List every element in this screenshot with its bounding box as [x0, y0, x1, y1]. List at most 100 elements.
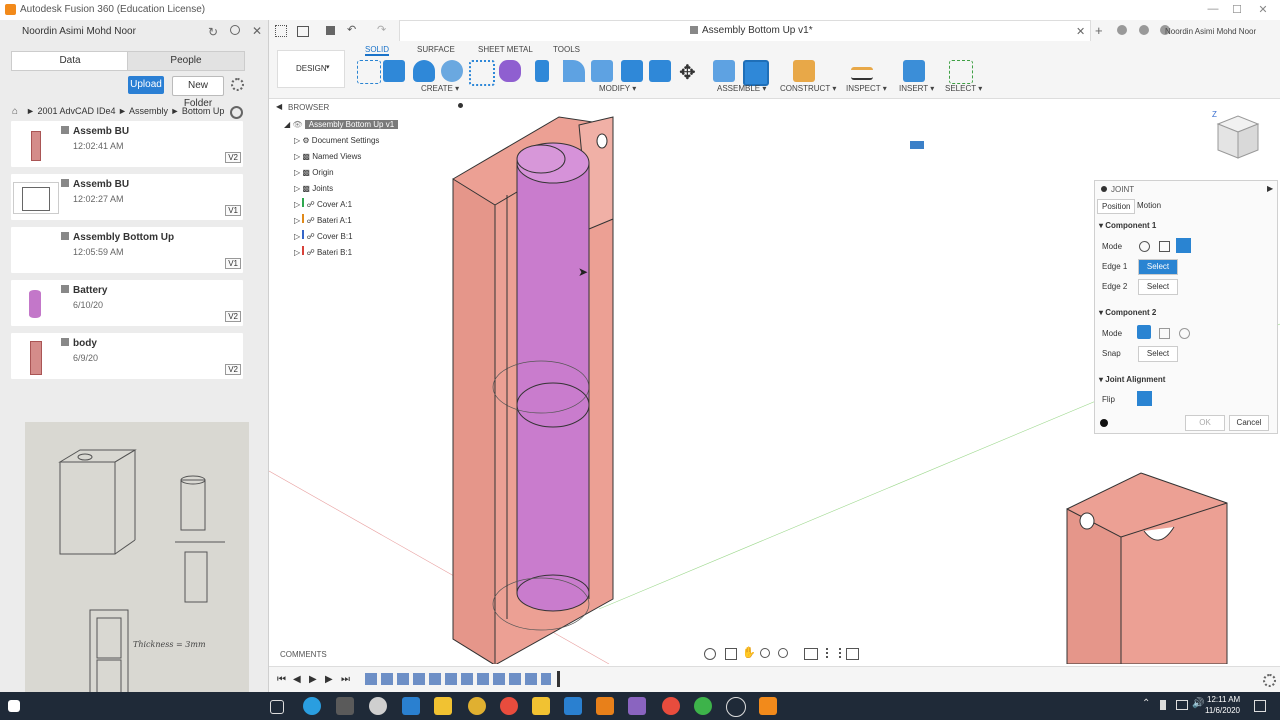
fillet-icon[interactable]	[563, 60, 585, 82]
breadcrumb-item[interactable]: 2001 AdvCAD IDe4	[37, 106, 115, 116]
pin-icon[interactable]	[458, 103, 463, 108]
list-item[interactable]: Assembly Bottom Up 12:05:59 AM V1	[11, 227, 243, 273]
search-icon[interactable]	[230, 25, 240, 35]
breadcrumb-item[interactable]: Assembly	[129, 106, 168, 116]
sweep-icon[interactable]	[441, 60, 463, 82]
timeline-settings-icon[interactable]	[1263, 674, 1276, 687]
tab-position[interactable]: Position	[1097, 199, 1136, 214]
shell-icon[interactable]	[621, 60, 643, 82]
orbit-icon[interactable]	[704, 648, 716, 660]
list-item[interactable]: body 6/9/20 V2	[11, 333, 243, 379]
tree-item-component[interactable]: ▷ ☍ Bateri B:1	[294, 246, 352, 260]
select-menu[interactable]: SELECT ▾	[945, 84, 982, 93]
tab-people[interactable]: People	[127, 51, 245, 71]
mode-tangent-icon[interactable]	[1176, 238, 1191, 253]
create-sketch-icon[interactable]	[357, 60, 381, 84]
view-cube[interactable]: Z	[1208, 110, 1264, 166]
job-status-icon[interactable]	[1117, 25, 1127, 35]
list-item[interactable]: Assemb BU 12:02:41 AM V2	[11, 121, 243, 167]
tab-surface[interactable]: SURFACE	[417, 45, 455, 54]
new-component-icon[interactable]	[713, 60, 735, 82]
list-item[interactable]: Battery 6/10/20 V2	[11, 280, 243, 326]
play-icon[interactable]: ▶	[309, 674, 317, 685]
clock-time[interactable]: 12:11 AM	[1207, 695, 1240, 704]
app-grid-icon[interactable]	[275, 25, 287, 37]
assemble-menu[interactable]: ASSEMBLE ▾	[717, 84, 766, 93]
workspace-switcher[interactable]: DESIGN ▾	[277, 50, 345, 88]
collapse-arrow-icon[interactable]: ◀	[276, 102, 282, 111]
version-badge[interactable]: V2	[225, 311, 241, 322]
tab-data[interactable]: Data	[11, 51, 129, 71]
tree-item-component[interactable]: ▷ ☍ Cover A:1	[294, 198, 352, 212]
pan-icon[interactable]: ✋	[742, 646, 756, 659]
undo-icon[interactable]: ↶	[347, 23, 356, 36]
split-body-icon[interactable]	[649, 60, 671, 82]
gear-icon[interactable]	[231, 78, 244, 91]
mode-simple-icon[interactable]	[1139, 241, 1150, 252]
close-panel-icon[interactable]: ✕	[252, 24, 262, 38]
notifications-icon[interactable]	[1139, 25, 1149, 35]
create-menu[interactable]: CREATE ▾	[421, 84, 459, 93]
timeline-features[interactable]	[365, 673, 551, 685]
eye-icon[interactable]: 👁	[292, 120, 302, 129]
clock-date[interactable]: 11/6/2020	[1205, 706, 1240, 715]
modify-menu[interactable]: MODIFY ▾	[599, 84, 636, 93]
mode-between-icon[interactable]	[1159, 328, 1170, 339]
go-to-start-icon[interactable]: ⏮	[277, 674, 286, 685]
vlc-icon[interactable]	[596, 697, 614, 715]
notes-icon[interactable]	[532, 697, 550, 715]
cancel-button[interactable]: Cancel	[1229, 415, 1269, 431]
insert-menu[interactable]: INSERT ▾	[899, 84, 934, 93]
revolve-icon[interactable]	[413, 60, 435, 82]
close-window-button[interactable]: ✕	[1256, 3, 1270, 16]
task-view-icon[interactable]	[270, 700, 284, 714]
section-component1[interactable]: ▾ Component 1	[1099, 221, 1156, 230]
start-icon[interactable]	[8, 700, 20, 712]
timeline-marker[interactable]	[557, 671, 560, 687]
move-icon[interactable]: ✥	[679, 60, 696, 85]
redo-icon[interactable]: ↷	[377, 23, 386, 36]
tree-item-origin[interactable]: ▷ ▩ Origin	[294, 166, 334, 180]
tree-item-joints[interactable]: ▷ ▩ Joints	[294, 182, 333, 196]
tab-sheet-metal[interactable]: SHEET METAL	[478, 45, 533, 54]
tray-icon[interactable]	[1160, 700, 1166, 710]
document-tab[interactable]: Assembly Bottom Up v1* ✕	[399, 20, 1091, 41]
clock-app-icon[interactable]	[726, 697, 746, 717]
grid-icon[interactable]	[826, 648, 841, 658]
tree-item-named-views[interactable]: ▷ ▩ Named Views	[294, 150, 361, 164]
offset-plane-icon[interactable]	[793, 60, 815, 82]
mode-tangent-icon[interactable]	[1179, 328, 1190, 339]
team-icon[interactable]	[230, 106, 243, 119]
mode-simple-icon[interactable]	[1137, 325, 1151, 339]
browser-root[interactable]: ◢ 👁 Assembly Bottom Up v1	[284, 118, 434, 132]
save-icon[interactable]	[326, 26, 335, 35]
minimize-button[interactable]: —	[1206, 3, 1220, 15]
construct-menu[interactable]: CONSTRUCT ▾	[780, 84, 836, 93]
chrome-icon[interactable]	[468, 697, 486, 715]
close-tab-icon[interactable]: ✕	[1076, 25, 1085, 38]
new-folder-button[interactable]: New Folder	[172, 76, 224, 109]
insert-image-icon[interactable]	[903, 60, 925, 82]
tree-item-component[interactable]: ▷ ☍ Bateri A:1	[294, 214, 352, 228]
notification-center-icon[interactable]	[1254, 700, 1266, 712]
step-forward-icon[interactable]: ▶	[325, 674, 333, 685]
rectangular-pattern-icon[interactable]	[469, 60, 495, 86]
version-badge[interactable]: V1	[225, 258, 241, 269]
flip-button[interactable]	[1137, 391, 1152, 406]
maximize-button[interactable]: ☐	[1230, 3, 1244, 16]
press-pull-icon[interactable]	[535, 60, 549, 82]
version-badge[interactable]: V2	[225, 364, 241, 375]
list-item[interactable]: Assemb BU 12:02:27 AM V1	[11, 174, 243, 220]
upload-button[interactable]: Upload	[128, 76, 164, 94]
file-explorer-icon[interactable]	[434, 697, 452, 715]
section-component2[interactable]: ▾ Component 2	[1099, 308, 1156, 317]
new-tab-icon[interactable]: +	[1095, 23, 1103, 38]
chrome-profile-icon[interactable]	[500, 697, 518, 715]
mail-icon[interactable]	[564, 697, 582, 715]
go-to-end-icon[interactable]: ⏭	[341, 674, 350, 685]
info-icon[interactable]	[1100, 419, 1108, 427]
select-icon[interactable]	[949, 60, 973, 84]
photos-icon[interactable]	[628, 697, 646, 715]
fit-icon[interactable]	[778, 648, 788, 658]
edge1-select-button[interactable]: Select	[1138, 259, 1178, 275]
